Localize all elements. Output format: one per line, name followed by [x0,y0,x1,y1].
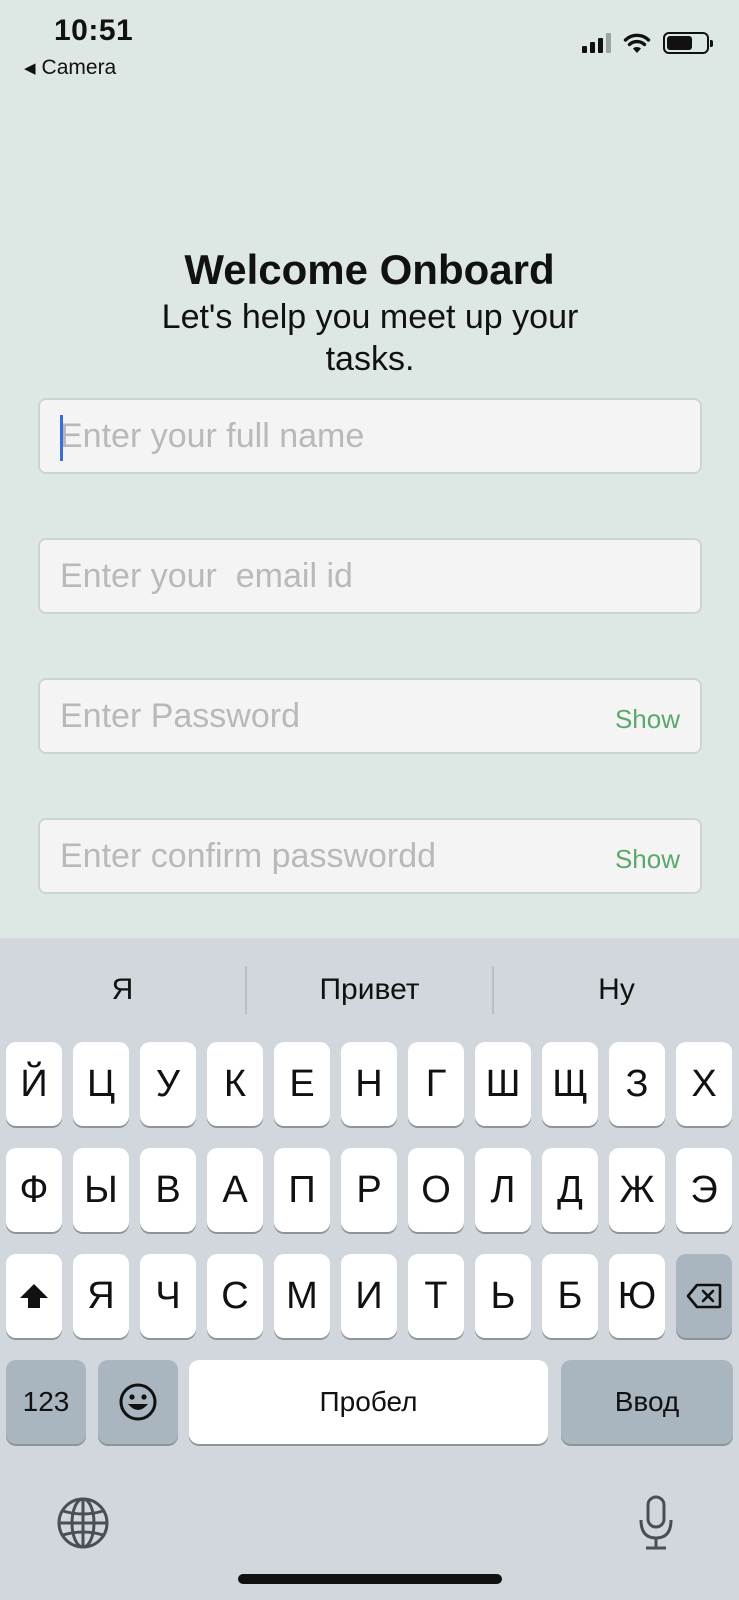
key[interactable]: Ж [609,1148,665,1232]
key[interactable]: Ы [73,1148,129,1232]
key[interactable]: Ю [609,1254,665,1338]
page-title: Welcome Onboard [184,246,555,293]
show-confirm-password-button[interactable]: Show [615,844,680,875]
key[interactable]: Б [542,1254,598,1338]
status-time: 10:51 [54,14,134,47]
password-input[interactable] [40,680,700,752]
back-to-camera-link[interactable]: ◀ Camera [24,56,116,80]
confirm-password-field[interactable]: Show [38,818,702,894]
key[interactable]: И [341,1254,397,1338]
key[interactable]: У [140,1042,196,1126]
key[interactable]: Й [6,1042,62,1126]
keyboard: Я Привет Ну Й Ц У К Е Н Г Ш Щ З Х Ф Ы В … [0,938,739,1600]
page-subtitle: Let's help you meet up your tasks. [161,298,579,378]
key[interactable]: С [207,1254,263,1338]
key[interactable]: Р [341,1148,397,1232]
key[interactable]: Г [408,1042,464,1126]
home-indicator[interactable] [238,1574,502,1584]
microphone-icon[interactable] [636,1494,676,1552]
key[interactable]: Т [408,1254,464,1338]
space-key[interactable]: Пробел [189,1360,548,1444]
return-key[interactable]: Ввод [561,1360,733,1444]
key[interactable]: Е [274,1042,330,1126]
backspace-icon [686,1283,722,1309]
back-label: Camera [41,56,117,79]
emoji-icon [119,1383,157,1421]
key[interactable]: Я [73,1254,129,1338]
shift-icon [20,1284,48,1308]
key[interactable]: П [274,1148,330,1232]
key[interactable]: Щ [542,1042,598,1126]
key[interactable]: Ч [140,1254,196,1338]
back-arrow-icon: ◀ [24,60,36,77]
key[interactable]: К [207,1042,263,1126]
suggestion-item[interactable]: Ну [494,973,739,1007]
show-password-button[interactable]: Show [615,704,680,735]
suggestion-bar: Я Привет Ну [0,938,739,1042]
key[interactable]: З [609,1042,665,1126]
key[interactable]: Ь [475,1254,531,1338]
email-field[interactable] [38,538,702,614]
key[interactable]: Д [542,1148,598,1232]
suggestion-item[interactable]: Я [0,973,245,1007]
full-name-input[interactable] [40,400,700,472]
key[interactable]: М [274,1254,330,1338]
confirm-password-input[interactable] [40,820,700,892]
numbers-key[interactable]: 123 [6,1360,86,1444]
key[interactable]: Ф [6,1148,62,1232]
emoji-key[interactable] [98,1360,178,1444]
key[interactable]: О [408,1148,464,1232]
signal-icon [582,33,611,53]
password-field[interactable]: Show [38,678,702,754]
key[interactable]: А [207,1148,263,1232]
suggestion-item[interactable]: Привет [247,973,492,1007]
battery-icon [663,32,713,54]
key[interactable]: В [140,1148,196,1232]
shift-key[interactable] [6,1254,62,1338]
globe-icon[interactable] [56,1496,110,1550]
text-caret [60,415,63,461]
status-icons [582,32,713,54]
key[interactable]: Ц [73,1042,129,1126]
key[interactable]: Х [676,1042,732,1126]
key[interactable]: Ш [475,1042,531,1126]
email-input[interactable] [40,540,700,612]
backspace-key[interactable] [676,1254,732,1338]
full-name-field[interactable] [38,398,702,474]
key[interactable]: Э [676,1148,732,1232]
wifi-icon [623,33,651,53]
key[interactable]: Л [475,1148,531,1232]
key[interactable]: Н [341,1042,397,1126]
